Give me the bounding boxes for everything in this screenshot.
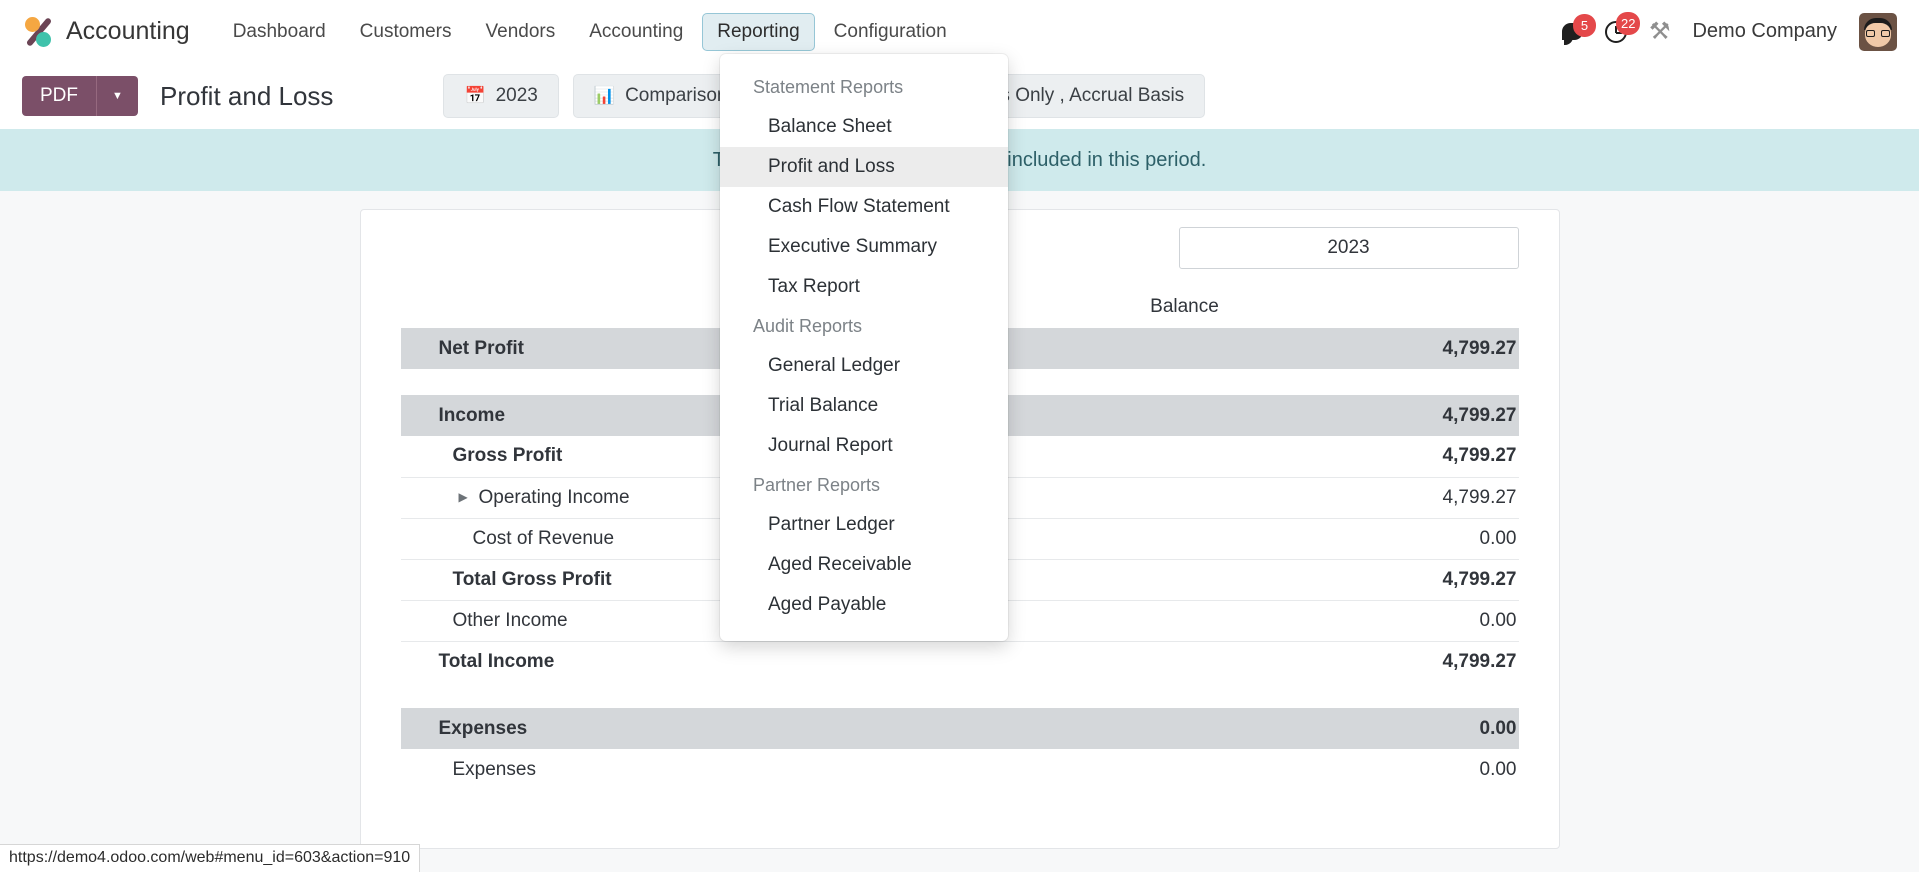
comparison-filter-label: Comparison [625, 85, 728, 106]
row-label: Expenses [438, 717, 528, 739]
row-label: Other Income [452, 609, 568, 631]
nav-item-vendors[interactable]: Vendors [471, 13, 571, 51]
row-value-cell: 0.00 [850, 708, 1519, 749]
row-label: Expenses [452, 758, 536, 780]
row-label-cell: Expenses [400, 708, 851, 749]
dropdown-item-balance-sheet[interactable]: Balance Sheet [720, 107, 1008, 147]
row-label: Cost of Revenue [472, 527, 615, 549]
reporting-dropdown-menu: Statement Reports Balance Sheet Profit and… [720, 54, 1008, 641]
table-spacer-row [401, 682, 1519, 708]
page-title: Profit and Loss [160, 80, 334, 111]
dropdown-item-aged-receivable[interactable]: Aged Receivable [720, 545, 1008, 585]
pdf-export-button[interactable]: PDF [22, 76, 96, 116]
dropdown-item-executive-summary[interactable]: Executive Summary [720, 227, 1008, 267]
table-row[interactable]: Total Income 4,799.27 [400, 640, 1519, 682]
row-label: Net Profit [438, 337, 525, 359]
dropdown-item-tax-report[interactable]: Tax Report [720, 267, 1008, 307]
row-label-cell: Total Income [400, 640, 851, 682]
dropdown-item-journal-report[interactable]: Journal Report [720, 426, 1008, 466]
date-filter-button[interactable]: 📅 2023 [443, 74, 559, 118]
table-row[interactable]: Expenses 0.00 [401, 749, 1519, 790]
spacer-cell [850, 682, 1518, 708]
messages-button[interactable]: 5 [1561, 14, 1596, 45]
date-filter-label: 2023 [495, 85, 538, 106]
row-label: Income [438, 404, 506, 426]
dropdown-item-partner-ledger[interactable]: Partner Ledger [720, 505, 1008, 545]
chart-bar-icon: 📊 [593, 86, 616, 105]
odoo-logo-icon[interactable] [22, 15, 56, 49]
nav-item-customers[interactable]: Customers [345, 13, 467, 51]
dropdown-group-title: Statement Reports [753, 77, 904, 97]
row-value-cell: 0.00 [1479, 758, 1517, 780]
navbar-right-group: 5 22 ⚒ Demo Company [1561, 11, 1897, 51]
row-label: Gross Profit [452, 445, 563, 467]
dropdown-item-profit-and-loss[interactable]: Profit and Loss [720, 147, 1008, 187]
user-avatar[interactable] [1859, 12, 1897, 51]
dropdown-item-general-ledger[interactable]: General Ledger [720, 346, 1008, 386]
calendar-icon: 📅 [464, 86, 486, 105]
dropdown-item-trial-balance[interactable]: Trial Balance [720, 386, 1008, 426]
row-label-cell: Expenses [401, 749, 851, 790]
dropdown-group-title: Audit Reports [753, 316, 863, 336]
nav-item-configuration[interactable]: Configuration [819, 13, 962, 51]
spacer-cell [401, 682, 851, 708]
table-row[interactable]: Expenses 0.00 [400, 708, 1519, 749]
app-name[interactable]: Accounting [66, 17, 190, 46]
pdf-dropdown-toggle[interactable]: ▼ [96, 76, 138, 116]
nav-item-reporting[interactable]: Reporting [702, 12, 815, 51]
company-switcher[interactable]: Demo Company [1692, 20, 1837, 43]
row-label: Total Income [438, 650, 555, 672]
dropdown-group-title: Partner Reports [753, 475, 881, 495]
activities-badge: 22 [1615, 11, 1641, 35]
dropdown-item-cash-flow-statement[interactable]: Cash Flow Statement [720, 187, 1008, 227]
nav-item-dashboard[interactable]: Dashboard [218, 13, 341, 51]
messages-badge: 5 [1572, 14, 1596, 37]
row-label: Total Gross Profit [452, 568, 612, 590]
expand-caret-icon[interactable]: ▶ [459, 490, 479, 504]
tools-icon[interactable]: ⚒ [1649, 19, 1671, 44]
activities-button[interactable]: 22 [1604, 11, 1641, 43]
dropdown-item-aged-payable[interactable]: Aged Payable [720, 585, 1008, 625]
nav-item-accounting[interactable]: Accounting [574, 13, 698, 51]
row-label: Operating Income [478, 486, 630, 508]
pdf-button-group: PDF ▼ [22, 76, 138, 116]
period-selector[interactable]: 2023 [1178, 227, 1519, 269]
status-bar-url: https://demo4.odoo.com/web#menu_id=603&a… [0, 844, 421, 872]
row-value-cell: 4,799.27 [850, 640, 1519, 682]
